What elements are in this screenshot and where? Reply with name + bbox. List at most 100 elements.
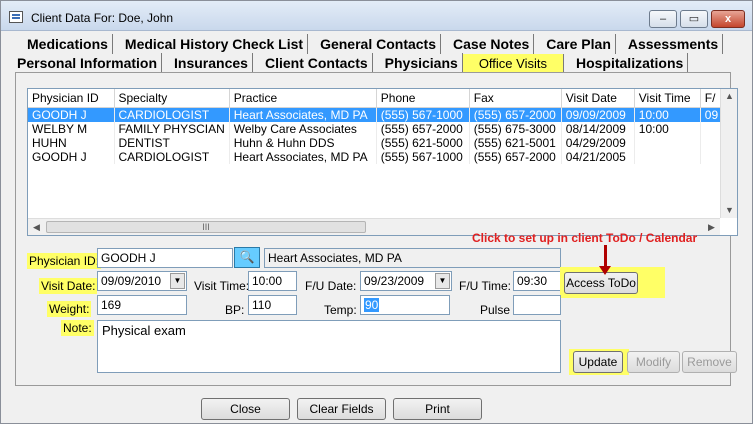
client-data-window: Client Data For: Doe, John – ▭ x Medicat… — [0, 0, 753, 424]
title-bar: Client Data For: Doe, John – ▭ x — [1, 1, 752, 31]
tab-care-plan[interactable]: Care Plan — [534, 34, 616, 54]
col-visit-date[interactable]: Visit Date — [561, 89, 635, 108]
bottom-button-bar: Close Clear Fields Print — [1, 397, 752, 424]
cell: Huhn & Huhn DDS — [229, 135, 377, 150]
minimize-button[interactable]: – — [649, 10, 677, 28]
grid-vertical-scrollbar[interactable]: ▲ ▼ — [720, 89, 737, 218]
fu-time-field[interactable]: 09:30 — [513, 271, 561, 291]
cell: 08/14/2009 — [561, 121, 635, 136]
bp-label: BP: — [225, 303, 245, 317]
cell: (555) 567-1000 — [376, 149, 470, 164]
col-physician-id[interactable]: Physician ID — [28, 89, 115, 108]
physician-id-field[interactable]: GOODH J — [97, 248, 233, 268]
update-button[interactable]: Update — [573, 351, 623, 373]
fu-date-value: 09/23/2009 — [364, 274, 425, 288]
cell: HUHN — [28, 135, 115, 150]
cell: Welby Care Associates — [229, 121, 377, 136]
tab-insurances[interactable]: Insurances — [162, 53, 253, 73]
cell: WELBY M — [28, 121, 115, 136]
weight-label: Weight: — [47, 301, 92, 317]
cell: (555) 621-5001 — [469, 135, 562, 150]
table-row[interactable]: WELBY M FAMILY PHYSCIAN Welby Care Associa… — [28, 121, 724, 136]
cell: FAMILY PHYSCIAN — [114, 121, 230, 136]
binoculars-icon[interactable]: 🔍 — [234, 247, 260, 268]
cell — [634, 135, 701, 150]
tab-row-2: Personal Information Insurances Client Con… — [7, 53, 689, 74]
col-specialty[interactable]: Specialty — [114, 89, 230, 108]
pulse-field[interactable] — [513, 295, 561, 315]
tab-assessments[interactable]: Assessments — [616, 34, 724, 54]
grid-header-row: Physician ID Specialty Practice Phone Fa… — [28, 89, 724, 108]
cell: (555) 567-1000 — [376, 107, 470, 122]
scroll-thumb[interactable]: III — [46, 221, 366, 233]
annotation-arrow — [599, 245, 611, 275]
visit-date-label: Visit Date: — [39, 278, 98, 294]
cell: CARDIOLOGIST — [114, 149, 230, 164]
maximize-button[interactable]: ▭ — [680, 10, 708, 28]
tab-general-contacts[interactable]: General Contacts — [308, 34, 442, 54]
close-window-button[interactable]: x — [711, 10, 745, 28]
col-practice[interactable]: Practice — [229, 89, 377, 108]
cell: 10:00 — [634, 107, 701, 122]
cell: (555) 657-2000 — [469, 149, 562, 164]
note-label: Note: — [61, 320, 94, 336]
app-icon — [9, 11, 23, 23]
table-row[interactable]: HUHN DENTIST Huhn & Huhn DDS (555) 621-5000… — [28, 135, 724, 150]
note-textarea[interactable]: Physical exam — [97, 320, 561, 373]
tab-client-contacts[interactable]: Client Contacts — [253, 53, 373, 73]
cell: (555) 675-3000 — [469, 121, 562, 136]
weight-field[interactable]: 169 — [97, 295, 187, 315]
cell: GOODH J — [28, 149, 115, 164]
tab-personal-information[interactable]: Personal Information — [7, 53, 163, 73]
cell: (555) 657-2000 — [469, 107, 562, 122]
close-button[interactable]: Close — [201, 398, 290, 420]
table-row[interactable]: GOODH J CARDIOLOGIST Heart Associates, MD … — [28, 149, 724, 164]
fu-date-field[interactable]: 09/23/2009 ▼ — [360, 271, 452, 291]
visits-grid: Physician ID Specialty Practice Phone Fa… — [27, 88, 738, 236]
cell: (555) 621-5000 — [376, 135, 470, 150]
cell — [634, 149, 701, 164]
bp-field[interactable]: 110 — [248, 295, 297, 315]
tab-case-notes[interactable]: Case Notes — [441, 34, 535, 54]
tab-medications[interactable]: Medications — [15, 34, 113, 54]
clear-fields-button[interactable]: Clear Fields — [297, 398, 386, 420]
cell: Heart Associates, MD PA — [229, 107, 377, 122]
annotation-text: Click to set up in client ToDo / Calenda… — [472, 231, 698, 245]
col-fax[interactable]: Fax — [469, 89, 562, 108]
temp-value: 90 — [364, 298, 380, 312]
tab-hospitalizations[interactable]: Hospitalizations — [564, 53, 689, 73]
window-title: Client Data For: Doe, John — [31, 11, 174, 25]
practice-field: Heart Associates, MD PA — [264, 248, 561, 268]
modify-button[interactable]: Modify — [627, 351, 680, 373]
chevron-down-icon[interactable]: ▼ — [170, 273, 185, 289]
cell: CARDIOLOGIST — [114, 107, 230, 122]
visit-time-field[interactable]: 10:00 — [248, 271, 297, 291]
scroll-left-icon[interactable]: ◀ — [33, 222, 40, 233]
tab-office-visits[interactable]: Office Visits — [462, 54, 564, 74]
scroll-right-icon[interactable]: ▶ — [708, 222, 715, 233]
tab-medical-history[interactable]: Medical History Check List — [113, 34, 309, 54]
temp-label: Temp: — [324, 303, 357, 317]
cell: DENTIST — [114, 135, 230, 150]
col-phone[interactable]: Phone — [376, 89, 470, 108]
scroll-up-icon[interactable]: ▲ — [725, 91, 734, 101]
col-visit-time[interactable]: Visit Time — [634, 89, 701, 108]
physician-id-label: Physician ID: — [27, 253, 102, 269]
remove-button[interactable]: Remove — [682, 351, 737, 373]
access-todo-button[interactable]: Access ToDo — [564, 272, 638, 294]
tab-physicians[interactable]: Physicians — [373, 53, 463, 73]
fu-time-label: F/U Time: — [459, 279, 512, 293]
cell: Heart Associates, MD PA — [229, 149, 377, 164]
cell: 10:00 — [634, 121, 701, 136]
scroll-down-icon[interactable]: ▼ — [725, 205, 734, 215]
fu-date-label: F/U Date: — [305, 279, 357, 293]
temp-field[interactable]: 90 — [360, 295, 450, 315]
print-button[interactable]: Print — [393, 398, 482, 420]
cell: 09/09/2009 — [561, 107, 635, 122]
tab-row-1: Medications Medical History Check List Gen… — [15, 34, 724, 54]
cell: 04/21/2005 — [561, 149, 635, 164]
table-row[interactable]: GOODH J CARDIOLOGIST Heart Associates, MD … — [28, 107, 724, 122]
chevron-down-icon[interactable]: ▼ — [435, 273, 450, 289]
cell: GOODH J — [28, 107, 115, 122]
visit-date-field[interactable]: 09/09/2010 ▼ — [97, 271, 187, 291]
